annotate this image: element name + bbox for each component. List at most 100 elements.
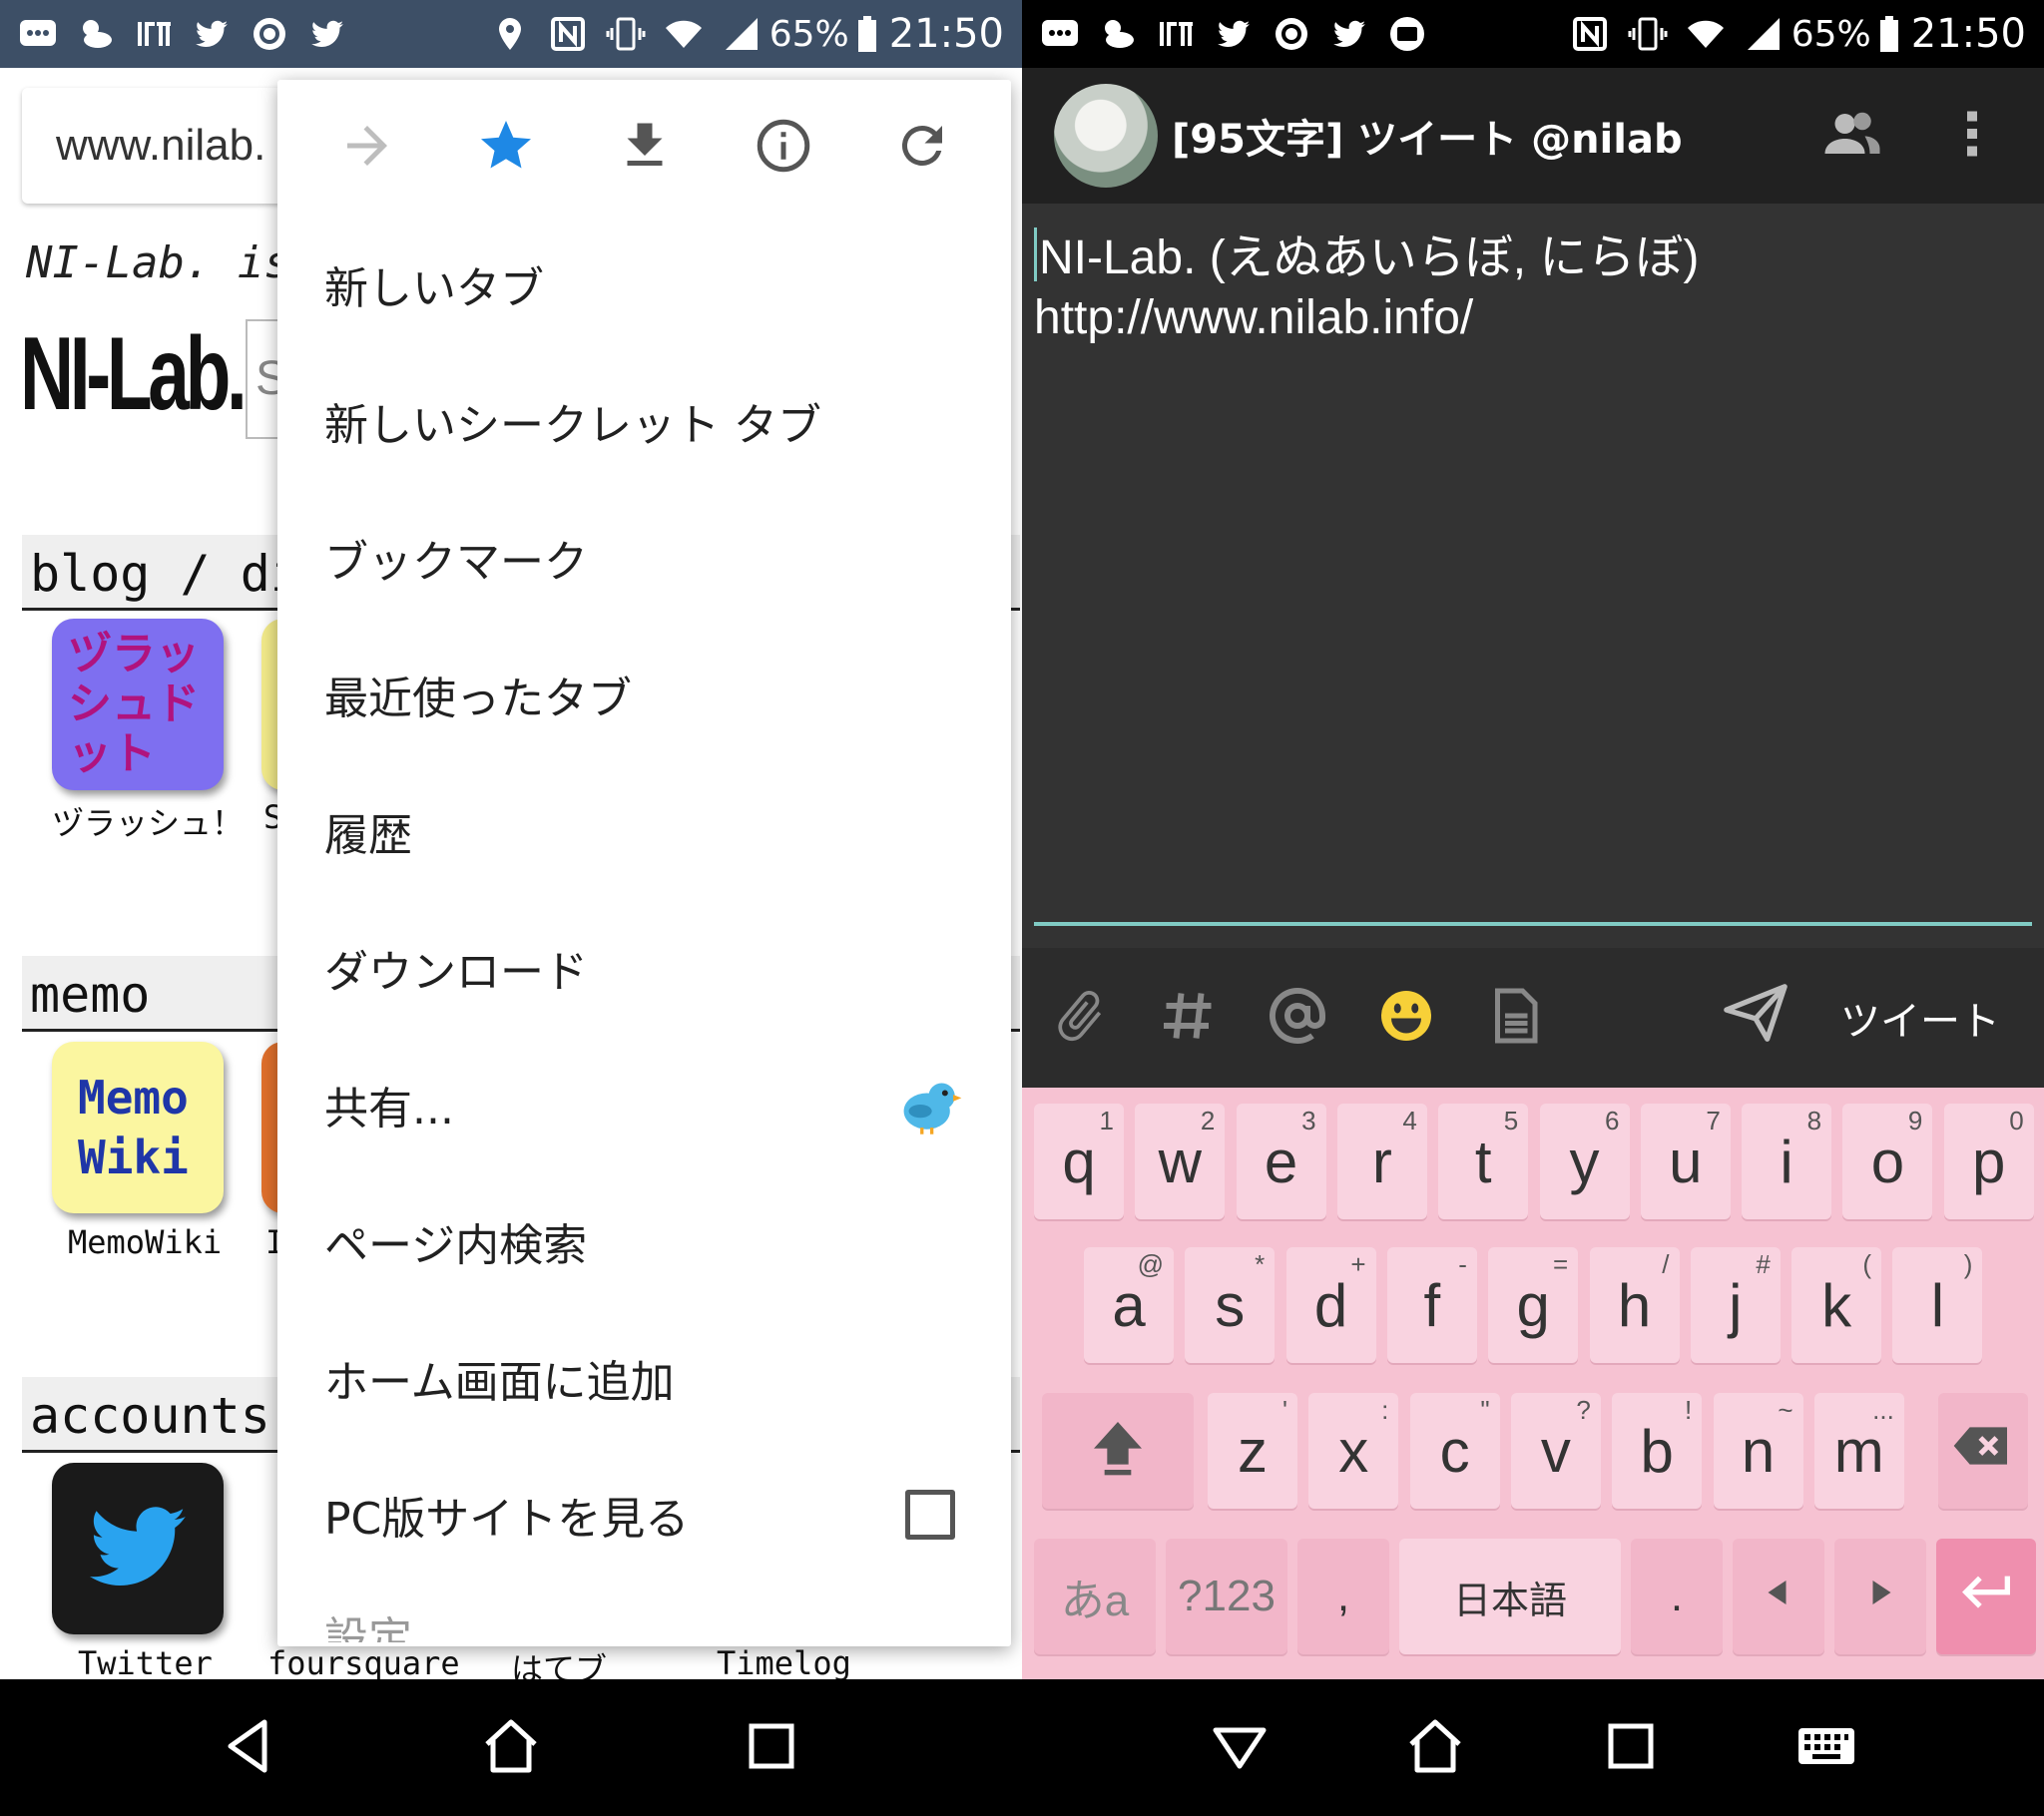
send-tweet-button[interactable]: ツイート [1721, 978, 2000, 1058]
navigation-bar [0, 1679, 1022, 1816]
symbols-key[interactable]: ?123 [1166, 1539, 1287, 1654]
menu-item-settings[interactable]: 設定 [277, 1583, 1011, 1642]
key-k[interactable]: k( [1791, 1247, 1882, 1363]
battery-percent: 65% [1790, 13, 1871, 55]
home-button[interactable] [1395, 1708, 1475, 1788]
template-button[interactable] [1483, 986, 1547, 1050]
avatar[interactable] [1054, 84, 1158, 188]
space-key[interactable]: 日本語 [1399, 1539, 1621, 1654]
app-tile-tsurasshu[interactable]: ヅラッシュドット [52, 619, 224, 790]
menu-item-recent-tabs[interactable]: 最近使ったタブ [277, 626, 1011, 762]
download-page-button[interactable] [600, 103, 690, 193]
home-button[interactable] [471, 1708, 551, 1788]
input-mode-label: あa [1060, 1577, 1130, 1625]
enter-return-icon [1954, 1558, 2018, 1635]
key-n[interactable]: n ~ [1713, 1393, 1803, 1509]
key-t[interactable]: t5 [1438, 1104, 1529, 1219]
status-bar: 65% 21:50 [1022, 0, 2044, 68]
paperclip-icon [1050, 986, 1110, 1050]
key-z[interactable]: z ' [1208, 1393, 1297, 1509]
key-b[interactable]: b! [1612, 1393, 1703, 1509]
twitter-icon [1329, 14, 1369, 54]
shift-key[interactable] [1042, 1393, 1194, 1509]
forward-button[interactable] [322, 103, 412, 193]
signal-icon [722, 14, 762, 54]
key-p[interactable]: p0 [1943, 1104, 2034, 1219]
browser-screen: 65% 21:50 www.nilab. NI-Lab. is NI-Lab. … [0, 0, 1022, 1816]
text-cursor [1034, 227, 1037, 281]
bookmark-star-button[interactable] [461, 103, 551, 193]
twitter-icon [1214, 14, 1254, 54]
menu-item-history[interactable]: 履歴 [277, 762, 1011, 899]
key-j[interactable]: j # [1690, 1247, 1781, 1363]
menu-item-downloads[interactable]: ダウンロード [277, 899, 1011, 1036]
reload-button[interactable] [877, 103, 967, 193]
period-key[interactable]: . [1631, 1539, 1723, 1654]
site-logo[interactable]: NI-Lab. [20, 315, 248, 434]
menu-item-desktop-site[interactable]: PC版サイトを見る [277, 1446, 1011, 1583]
menu-item-new-tab[interactable]: 新しいタブ [277, 216, 1011, 352]
menu-item-incognito-tab[interactable]: 新しいシークレット タブ [277, 352, 1011, 489]
key-label: j [1729, 1271, 1743, 1339]
key-hint: 3 [1301, 1106, 1316, 1135]
key-d[interactable]: d + [1285, 1247, 1376, 1363]
emoji-button[interactable] [1374, 986, 1438, 1050]
hashtag-button[interactable] [1157, 986, 1221, 1050]
page-info-button[interactable] [739, 103, 828, 193]
account-switch-button[interactable] [1812, 96, 1892, 176]
key-y[interactable]: y6 [1539, 1104, 1630, 1219]
key-v[interactable]: v? [1510, 1393, 1601, 1509]
app-label-foursquare: foursquare [267, 1644, 460, 1682]
key-label: d [1313, 1271, 1348, 1339]
attach-button[interactable] [1048, 986, 1112, 1050]
key-hint: ! [1684, 1395, 1693, 1425]
enter-key[interactable] [1936, 1539, 2036, 1654]
key-f[interactable]: f- [1386, 1247, 1477, 1363]
key-l[interactable]: l) [1892, 1247, 1983, 1363]
hashtag-icon [1159, 986, 1219, 1050]
key-r[interactable]: r4 [1336, 1104, 1427, 1219]
at-sign-icon [1268, 986, 1327, 1050]
key-label: h [1617, 1271, 1652, 1339]
input-mode-key[interactable]: あa [1034, 1539, 1156, 1654]
back-button[interactable] [211, 1708, 290, 1788]
key-hint: @ [1137, 1249, 1164, 1279]
key-o[interactable]: o9 [1842, 1104, 1933, 1219]
app-tile-twitter[interactable] [52, 1463, 224, 1634]
weather-icon [1098, 14, 1138, 54]
key-s[interactable]: s * [1185, 1247, 1276, 1363]
menu-item-bookmarks[interactable]: ブックマーク [277, 489, 1011, 626]
menu-item-find-in-page[interactable]: ページ内検索 [277, 1172, 1011, 1309]
cursor-right-key[interactable] [1834, 1539, 1926, 1654]
mention-button[interactable] [1266, 986, 1329, 1050]
app-tile-memowiki[interactable]: Memo Wiki [52, 1042, 224, 1213]
key-i[interactable]: i8 [1742, 1104, 1832, 1219]
key-x[interactable]: x: [1308, 1393, 1399, 1509]
tweet-text-input[interactable]: NI-Lab. (えぬあいらぼ, にらぼ) http://www.nilab.i… [1034, 227, 2032, 926]
key-w[interactable]: w2 [1135, 1104, 1226, 1219]
key-g[interactable]: g = [1488, 1247, 1579, 1363]
key-h[interactable]: h / [1589, 1247, 1680, 1363]
key-q[interactable]: q1 [1034, 1104, 1124, 1219]
key-e[interactable]: e3 [1236, 1104, 1326, 1219]
menu-item-share[interactable]: 共有... [277, 1036, 1011, 1172]
desktop-site-checkbox[interactable] [895, 1480, 965, 1550]
hide-keyboard-button[interactable] [1200, 1708, 1279, 1788]
key-hint: 9 [1907, 1106, 1923, 1135]
comma-key[interactable]: , [1297, 1539, 1389, 1654]
url-text: www.nilab. [56, 121, 266, 170]
key-u[interactable]: u7 [1640, 1104, 1731, 1219]
backspace-key[interactable] [1938, 1393, 2028, 1509]
key-m[interactable]: m... [1813, 1393, 1904, 1509]
cursor-left-key[interactable] [1733, 1539, 1824, 1654]
menu-item-add-to-home[interactable]: ホーム画面に追加 [277, 1309, 1011, 1446]
recents-button[interactable] [732, 1708, 811, 1788]
more-options-button[interactable] [1932, 96, 2012, 176]
share-bird-icon[interactable] [895, 1070, 965, 1139]
square-icon [740, 1714, 803, 1782]
twitter-icon [307, 14, 347, 54]
recents-button[interactable] [1591, 1708, 1671, 1788]
key-c[interactable]: c " [1409, 1393, 1500, 1509]
key-a[interactable]: a @ [1084, 1247, 1174, 1363]
keyboard-switch-button[interactable] [1787, 1708, 1866, 1788]
